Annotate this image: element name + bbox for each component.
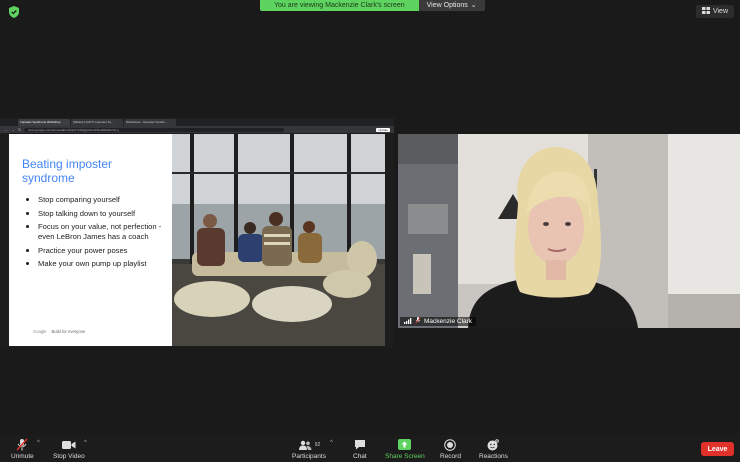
video-camera-icon <box>61 438 76 451</box>
browser-tab-bar: Imposter Syndrome Workshop [Slides] A (O… <box>0 118 394 126</box>
browser-address-bar: ← → ↻ docs.google.com/presentation/d/1eT… <box>0 126 394 133</box>
participants-options-chevron-icon[interactable]: ^ <box>330 440 333 446</box>
participant-name: Mackenzie Clark <box>424 318 473 325</box>
presentation-slide: Beating imposter syndrome Stop comparing… <box>9 134 385 346</box>
shared-screen: Imposter Syndrome Workshop [Slides] A (O… <box>0 118 394 347</box>
viewing-screen-label: You are viewing Mackenzie Clark's screen <box>260 0 419 11</box>
audio-options-chevron-icon[interactable]: ^ <box>37 440 40 446</box>
chat-button[interactable]: Chat <box>353 438 367 460</box>
record-label: Record <box>440 453 461 460</box>
participant-video-feed <box>398 134 740 328</box>
participant-name-tag: Mackenzie Clark <box>400 317 477 326</box>
muted-mic-icon <box>415 317 421 326</box>
video-options-chevron-icon[interactable]: ^ <box>84 440 87 446</box>
participants-icon <box>298 440 312 450</box>
slide-bullets: Stop comparing yourself Stop talking dow… <box>24 195 176 273</box>
update-button[interactable]: Update <box>376 127 390 132</box>
browser-tab[interactable]: Imposter Syndrome Workshop <box>18 119 70 126</box>
share-screen-icon <box>398 438 412 451</box>
stop-video-label: Stop Video <box>53 453 85 460</box>
reactions-button[interactable]: Reactions <box>479 438 508 460</box>
chat-label: Chat <box>353 453 367 460</box>
record-icon <box>444 438 457 451</box>
share-screen-button[interactable]: Share Screen <box>385 438 425 460</box>
muted-mic-icon <box>16 438 28 451</box>
participants-icon-group: 92 <box>298 438 321 451</box>
view-label: View <box>712 8 728 15</box>
google-logo-text: Google <box>33 329 47 334</box>
grid-view-icon <box>701 7 710 16</box>
participants-count: 92 <box>314 441 321 448</box>
group-meeting-photo <box>172 134 385 346</box>
participants-label: Participants <box>292 453 326 460</box>
view-options-button[interactable]: View Options ⌄ <box>418 0 485 11</box>
reload-icon[interactable]: ↻ <box>18 127 21 132</box>
slide-footer-text: Build for everyone <box>51 329 86 334</box>
screen-share-banner: You are viewing Mackenzie Clark's screen… <box>260 0 485 11</box>
meeting-toolbar: Unmute ^ Stop Video ^ 92 Participants ^ … <box>0 435 740 462</box>
slide-bullet: Practice your power poses <box>24 246 176 256</box>
unmute-button[interactable]: Unmute <box>11 438 34 460</box>
signal-strength-icon <box>404 317 412 326</box>
participant-video[interactable]: Mackenzie Clark <box>398 134 740 328</box>
view-options-label: View Options <box>426 2 468 9</box>
record-button[interactable]: Record <box>440 438 461 460</box>
slide-bullet: Stop comparing yourself <box>24 195 176 205</box>
participants-button[interactable]: 92 Participants <box>292 438 326 460</box>
slide-title: Beating imposter syndrome <box>22 157 113 185</box>
forward-icon[interactable]: → <box>11 127 15 132</box>
share-screen-label: Share Screen <box>385 453 425 460</box>
leave-button[interactable]: Leave <box>701 442 734 456</box>
chevron-down-icon: ⌄ <box>470 2 477 9</box>
browser-tab[interactable]: [Slides] A (OPT) Imposter Sy... <box>71 119 123 126</box>
reactions-emoji-icon <box>487 438 500 451</box>
security-shield-icon[interactable] <box>7 5 21 19</box>
slide-bullet: Stop talking down to yourself <box>24 209 176 219</box>
chat-bubble-icon <box>354 438 366 451</box>
slide-bullet: Focus on your value, not perfection - ev… <box>24 222 176 242</box>
browser-tab[interactable]: Worksheet - Imposter Syndro... <box>124 119 176 126</box>
slide-footer: Google Build for everyone <box>33 329 85 334</box>
unmute-label: Unmute <box>11 453 34 460</box>
stop-video-button[interactable]: Stop Video <box>53 438 85 460</box>
slide-viewport: Beating imposter syndrome Stop comparing… <box>0 133 394 347</box>
url-field[interactable]: docs.google.com/presentation/d/1eTUrlkQg… <box>24 127 285 132</box>
back-icon[interactable]: ← <box>4 127 8 132</box>
slide-bullet: Make your own pump up playlist <box>24 259 176 269</box>
view-button[interactable]: View <box>695 5 734 18</box>
reactions-label: Reactions <box>479 453 508 460</box>
